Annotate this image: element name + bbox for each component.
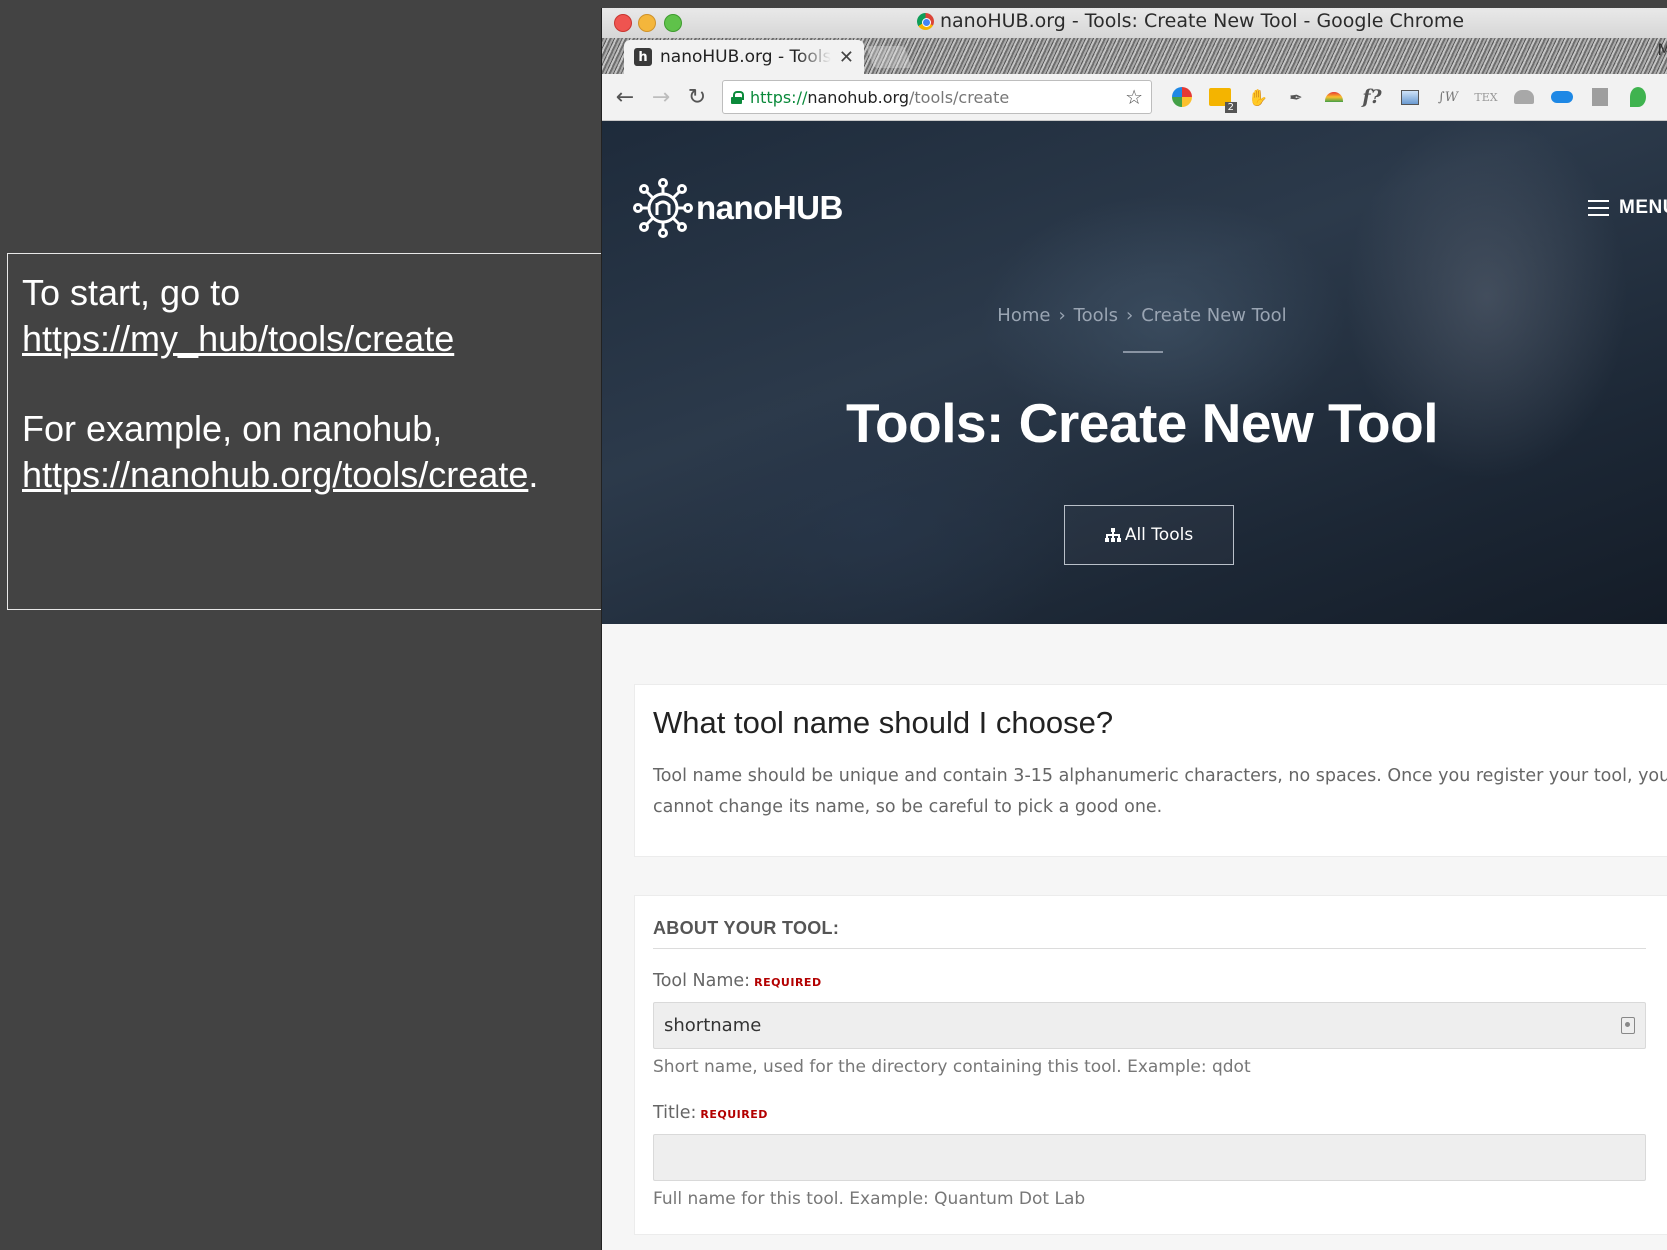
breadcrumb-tools[interactable]: Tools xyxy=(1074,305,1118,326)
minimize-window-button[interactable] xyxy=(638,14,656,32)
bookmark-star-icon[interactable]: ☆ xyxy=(1125,85,1143,109)
reload-button[interactable]: ↻ xyxy=(682,82,712,112)
rainbow-icon[interactable] xyxy=(1322,86,1346,108)
autofill-contact-icon[interactable] xyxy=(1621,1017,1635,1034)
url-text: https://nanohub.org/tools/create xyxy=(750,87,1010,107)
note-link-my-hub[interactable]: https://my_hub/tools/create xyxy=(22,318,454,359)
breadcrumb-home[interactable]: Home xyxy=(997,305,1050,326)
title-divider xyxy=(1123,351,1163,353)
window-title: nanoHUB.org - Tools: Create New Tool - G… xyxy=(940,10,1465,32)
drive-icon[interactable] xyxy=(1512,86,1536,108)
tool-name-input[interactable]: shortname xyxy=(653,1002,1646,1049)
tool-name-hint: Short name, used for the directory conta… xyxy=(653,1057,1251,1077)
title-label: Title: REQUIRED xyxy=(653,1103,768,1123)
instruction-note: To start, go to https://my_hub/tools/cre… xyxy=(7,253,602,610)
page-title: Tools: Create New Tool xyxy=(845,392,1439,454)
menu-button[interactable]: MENU xyxy=(1588,197,1667,219)
nanohub-logo[interactable]: nanoHUB xyxy=(632,177,843,239)
extensions-bar: 2 ✋ ✒ f? ∫W TEX xyxy=(1170,86,1650,113)
tool-name-label: Tool Name: REQUIRED xyxy=(653,971,822,991)
breadcrumb-current: Create New Tool xyxy=(1141,305,1287,326)
title-input[interactable] xyxy=(653,1134,1646,1181)
required-badge: REQUIRED xyxy=(754,976,822,989)
note-link-nanohub[interactable]: https://nanohub.org/tools/create xyxy=(22,454,528,495)
feather-icon[interactable]: ✒ xyxy=(1284,86,1308,108)
chrome-icon xyxy=(917,12,934,30)
back-button[interactable]: ← xyxy=(610,82,640,112)
browser-toolbar: ← → ↻ https://nanohub.org/tools/create ☆… xyxy=(602,74,1667,121)
note-link-suffix: . xyxy=(528,454,539,495)
window-titlebar: nanoHUB.org - Tools: Create New Tool - G… xyxy=(602,8,1667,38)
tool-form-card: ABOUT YOUR TOOL: Tool Name: REQUIRED shor… xyxy=(634,895,1667,1235)
tool-name-value: shortname xyxy=(664,1015,762,1036)
hero-banner: nanoHUB MENU Home›Tools›Create New Tool … xyxy=(602,121,1667,624)
page-content: nanoHUB MENU Home›Tools›Create New Tool … xyxy=(602,121,1667,1250)
breadcrumb-separator: › xyxy=(1058,305,1066,326)
title-hint: Full name for this tool. Example: Quantu… xyxy=(653,1189,1086,1209)
sitemap-icon xyxy=(1104,528,1121,542)
address-bar[interactable]: https://nanohub.org/tools/create ☆ xyxy=(722,80,1152,114)
note-line-1: To start, go to xyxy=(22,272,241,313)
tex-icon[interactable]: TEX xyxy=(1474,86,1498,108)
forward-button[interactable]: → xyxy=(646,82,676,112)
all-tools-label: All Tools xyxy=(1124,525,1194,545)
sheet-icon[interactable] xyxy=(1588,86,1612,108)
new-tab-button[interactable] xyxy=(865,46,913,68)
main-content: What tool name should I choose? Tool nam… xyxy=(602,624,1667,1235)
section-heading: ABOUT YOUR TOOL: xyxy=(653,918,1646,949)
pinwheel-icon[interactable] xyxy=(1170,86,1194,108)
nanohub-favicon-icon: h xyxy=(634,48,652,66)
lock-icon xyxy=(731,90,744,104)
script-icon[interactable]: ∫W xyxy=(1436,86,1460,108)
naming-help-card: What tool name should I choose? Tool nam… xyxy=(634,684,1667,857)
all-tools-button[interactable]: All Tools xyxy=(1064,505,1234,565)
image-icon[interactable] xyxy=(1398,86,1422,108)
cloud-icon[interactable] xyxy=(1550,86,1574,108)
close-window-button[interactable] xyxy=(614,14,632,32)
hamburger-icon xyxy=(1588,200,1610,216)
naming-help-text: Tool name should be unique and contain 3… xyxy=(653,766,1667,817)
menu-label: MENU xyxy=(1619,197,1667,218)
notes-icon[interactable]: 2 xyxy=(1208,86,1237,113)
formula-icon[interactable]: f? xyxy=(1360,86,1384,108)
maximize-window-button[interactable] xyxy=(664,14,682,32)
note-line-2: For example, on nanohub, xyxy=(22,408,443,449)
nanohub-logo-icon xyxy=(633,178,693,238)
required-badge: REQUIRED xyxy=(700,1108,768,1121)
tab-title: nanoHUB.org - Tools: Create New Tool xyxy=(660,47,831,67)
tab-nanohub[interactable]: h nanoHUB.org - Tools: Create New Tool ✕ xyxy=(624,40,864,74)
profile-button[interactable]: Ma xyxy=(1657,40,1667,59)
tab-strip: h nanoHUB.org - Tools: Create New Tool ✕… xyxy=(602,38,1667,74)
naming-help-title: What tool name should I choose? xyxy=(653,705,1114,740)
breadcrumb: Home › Tools › Create New Tool xyxy=(602,305,1667,326)
tab-close-icon[interactable]: ✕ xyxy=(839,47,854,68)
browser-window: nanoHUB.org - Tools: Create New Tool - G… xyxy=(601,8,1667,1250)
breadcrumb-separator: › xyxy=(1126,305,1134,326)
logo-text: nanoHUB xyxy=(696,189,843,226)
leaf-icon[interactable] xyxy=(1626,86,1650,108)
evernote-icon[interactable]: ✋ xyxy=(1246,86,1270,108)
